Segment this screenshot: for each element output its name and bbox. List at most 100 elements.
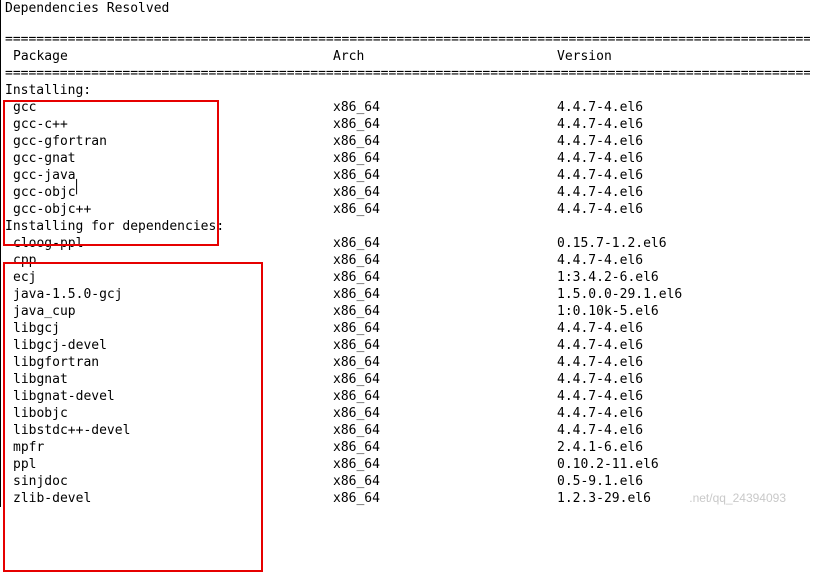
cell-version: 4.4.7-4.el6 <box>557 252 810 269</box>
table-row: libgfortranx86_644.4.7-4.el6 <box>5 354 810 371</box>
table-row: java-1.5.0-gcjx86_641.5.0.0-29.1.el6 <box>5 286 810 303</box>
cell-version: 4.4.7-4.el6 <box>557 422 810 439</box>
blank-line <box>5 17 810 31</box>
table-row: gcc-objcx86_644.4.7-4.el6 <box>5 184 810 201</box>
cell-version: 1:0.10k-5.el6 <box>557 303 810 320</box>
cell-package: sinjdoc <box>5 473 333 490</box>
cell-version: 4.4.7-4.el6 <box>557 388 810 405</box>
cell-arch: x86_64 <box>333 490 557 507</box>
cell-arch: x86_64 <box>333 133 557 150</box>
cell-package: libgnat <box>5 371 333 388</box>
cell-package: java_cup <box>5 303 333 320</box>
cell-version: 4.4.7-4.el6 <box>557 405 810 422</box>
table-row: libgcj-develx86_644.4.7-4.el6 <box>5 337 810 354</box>
section-installing-deps: Installing for dependencies: <box>5 218 810 235</box>
cell-version: 4.4.7-4.el6 <box>557 133 810 150</box>
cell-version: 0.5-9.1.el6 <box>557 473 810 490</box>
cell-arch: x86_64 <box>333 405 557 422</box>
divider-top: ========================================… <box>5 31 810 48</box>
cell-arch: x86_64 <box>333 422 557 439</box>
cell-package: cpp <box>5 252 333 269</box>
cell-package: gcc-java <box>5 167 333 184</box>
cell-arch: x86_64 <box>333 303 557 320</box>
cell-version: 4.4.7-4.el6 <box>557 116 810 133</box>
cell-arch: x86_64 <box>333 354 557 371</box>
cell-arch: x86_64 <box>333 473 557 490</box>
cell-package: gcc-objc <box>5 184 333 201</box>
cell-version: 1.5.0.0-29.1.el6 <box>557 286 810 303</box>
cell-version: 1:3.4.2-6.el6 <box>557 269 810 286</box>
cell-package: libgnat-devel <box>5 388 333 405</box>
cell-arch: x86_64 <box>333 269 557 286</box>
section-installing: Installing: <box>5 82 810 99</box>
cell-version: 2.4.1-6.el6 <box>557 439 810 456</box>
cell-arch: x86_64 <box>333 99 557 116</box>
cell-package: libgcj <box>5 320 333 337</box>
divider-bottom: ========================================… <box>5 65 810 82</box>
cell-arch: x86_64 <box>333 116 557 133</box>
cell-arch: x86_64 <box>333 201 557 218</box>
cell-version: 4.4.7-4.el6 <box>557 354 810 371</box>
table-row: gcc-c++x86_644.4.7-4.el6 <box>5 116 810 133</box>
column-headers: Package Arch Version <box>5 48 810 65</box>
header-version: Version <box>557 48 810 65</box>
cell-version: 4.4.7-4.el6 <box>557 337 810 354</box>
cell-arch: x86_64 <box>333 235 557 252</box>
table-row: cppx86_644.4.7-4.el6 <box>5 252 810 269</box>
cell-arch: x86_64 <box>333 320 557 337</box>
cell-package: gcc-objc++ <box>5 201 333 218</box>
cell-arch: x86_64 <box>333 388 557 405</box>
cell-arch: x86_64 <box>333 286 557 303</box>
cell-version: 4.4.7-4.el6 <box>557 320 810 337</box>
cell-package: cloog-ppl <box>5 235 333 252</box>
cell-package: java-1.5.0-gcj <box>5 286 333 303</box>
cell-arch: x86_64 <box>333 439 557 456</box>
table-row: gcc-javax86_644.4.7-4.el6 <box>5 167 810 184</box>
cell-package: gcc-gnat <box>5 150 333 167</box>
cell-version: 0.10.2-11.el6 <box>557 456 810 473</box>
cell-arch: x86_64 <box>333 337 557 354</box>
table-row: sinjdocx86_640.5-9.1.el6 <box>5 473 810 490</box>
title-line: Dependencies Resolved <box>5 0 810 17</box>
terminal-output: Dependencies Resolved ==================… <box>0 0 814 507</box>
table-row: gcc-objc++x86_644.4.7-4.el6 <box>5 201 810 218</box>
cell-version: 4.4.7-4.el6 <box>557 184 810 201</box>
table-row: zlib-develx86_641.2.3-29.el6 <box>5 490 810 507</box>
cell-version: 4.4.7-4.el6 <box>557 150 810 167</box>
table-row: ecjx86_641:3.4.2-6.el6 <box>5 269 810 286</box>
cell-package: libstdc++-devel <box>5 422 333 439</box>
cell-arch: x86_64 <box>333 150 557 167</box>
table-row: gcc-gnatx86_644.4.7-4.el6 <box>5 150 810 167</box>
cell-arch: x86_64 <box>333 456 557 473</box>
cell-version: 1.2.3-29.el6 <box>557 490 810 507</box>
header-arch: Arch <box>333 48 557 65</box>
table-row: cloog-pplx86_640.15.7-1.2.el6 <box>5 235 810 252</box>
cell-version: 4.4.7-4.el6 <box>557 167 810 184</box>
cell-version: 4.4.7-4.el6 <box>557 371 810 388</box>
cell-package: zlib-devel <box>5 490 333 507</box>
table-row: gccx86_644.4.7-4.el6 <box>5 99 810 116</box>
table-row: libstdc++-develx86_644.4.7-4.el6 <box>5 422 810 439</box>
cell-package: ppl <box>5 456 333 473</box>
cell-arch: x86_64 <box>333 252 557 269</box>
cell-package: gcc-gfortran <box>5 133 333 150</box>
header-package: Package <box>5 48 333 65</box>
cell-package: libgcj-devel <box>5 337 333 354</box>
cell-arch: x86_64 <box>333 184 557 201</box>
table-row: mpfrx86_642.4.1-6.el6 <box>5 439 810 456</box>
cell-package: libgfortran <box>5 354 333 371</box>
table-row: java_cupx86_641:0.10k-5.el6 <box>5 303 810 320</box>
cell-version: 4.4.7-4.el6 <box>557 201 810 218</box>
table-row: libgcjx86_644.4.7-4.el6 <box>5 320 810 337</box>
cell-arch: x86_64 <box>333 167 557 184</box>
cell-package: libobjc <box>5 405 333 422</box>
cell-version: 0.15.7-1.2.el6 <box>557 235 810 252</box>
table-row: pplx86_640.10.2-11.el6 <box>5 456 810 473</box>
cell-package: mpfr <box>5 439 333 456</box>
table-row: libgnat-develx86_644.4.7-4.el6 <box>5 388 810 405</box>
cell-version: 4.4.7-4.el6 <box>557 99 810 116</box>
table-row: gcc-gfortranx86_644.4.7-4.el6 <box>5 133 810 150</box>
table-row: libobjcx86_644.4.7-4.el6 <box>5 405 810 422</box>
cell-package: gcc-c++ <box>5 116 333 133</box>
table-row: libgnatx86_644.4.7-4.el6 <box>5 371 810 388</box>
